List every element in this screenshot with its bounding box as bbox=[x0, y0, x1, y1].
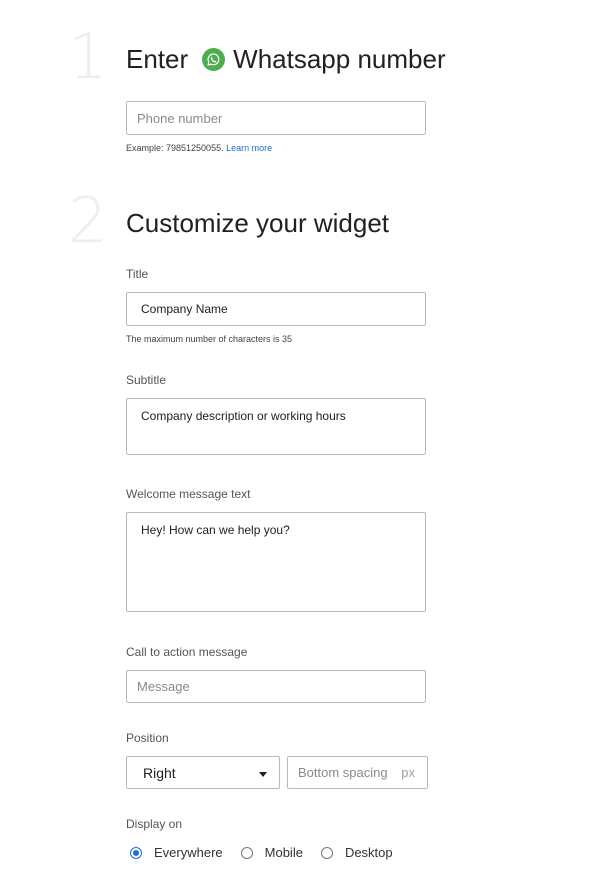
step1-heading: Enter Whatsapp number bbox=[126, 46, 446, 72]
step1-heading-suffix: Whatsapp number bbox=[233, 44, 446, 74]
radio-mobile[interactable] bbox=[240, 846, 253, 859]
radio-desktop[interactable] bbox=[320, 846, 333, 859]
radio-option-everywhere[interactable]: Everywhere bbox=[130, 845, 223, 860]
phone-example-text: Example: 79851250055. bbox=[126, 143, 224, 153]
subtitle-textarea[interactable]: Company description or working hours bbox=[126, 398, 426, 455]
bottom-spacing-input[interactable]: Bottom spacing px bbox=[287, 756, 428, 789]
welcome-message-textarea[interactable]: Hey! How can we help you? bbox=[126, 512, 426, 612]
learn-more-link[interactable]: Learn more bbox=[226, 143, 272, 153]
title-input[interactable]: Company Name bbox=[126, 292, 426, 326]
bottom-spacing-placeholder: Bottom spacing bbox=[298, 765, 388, 780]
display-on-radio-group: Everywhere Mobile Desktop bbox=[130, 845, 411, 860]
title-label: Title bbox=[126, 267, 149, 281]
position-select[interactable]: Right bbox=[126, 756, 280, 789]
step1-heading-prefix: Enter bbox=[126, 44, 189, 74]
radio-option-desktop[interactable]: Desktop bbox=[320, 845, 393, 860]
subtitle-label: Subtitle bbox=[126, 373, 167, 387]
phone-example-hint: Example: 79851250055. Learn more bbox=[126, 143, 272, 153]
radio-label-mobile: Mobile bbox=[264, 845, 303, 860]
position-selected-value: Right bbox=[143, 764, 176, 781]
title-max-hint: The maximum number of characters is 35 bbox=[126, 334, 293, 344]
step2-heading: Customize your widget bbox=[126, 208, 389, 238]
radio-everywhere[interactable] bbox=[130, 846, 142, 859]
caret-down-icon bbox=[259, 765, 267, 781]
phone-number-input[interactable]: Phone number bbox=[126, 101, 426, 135]
step-number-2: 2 bbox=[68, 184, 108, 257]
cta-message-input[interactable]: Message bbox=[126, 670, 426, 703]
display-on-label: Display on bbox=[126, 817, 183, 831]
welcome-message-label: Welcome message text bbox=[126, 487, 251, 501]
bottom-spacing-unit: px bbox=[401, 765, 415, 780]
cta-label: Call to action message bbox=[126, 645, 248, 659]
step-number-1: 1 bbox=[68, 20, 108, 93]
whatsapp-icon bbox=[202, 47, 226, 71]
position-label: Position bbox=[126, 731, 169, 745]
radio-label-everywhere: Everywhere bbox=[154, 845, 223, 860]
radio-label-desktop: Desktop bbox=[344, 845, 393, 860]
radio-option-mobile[interactable]: Mobile bbox=[240, 845, 303, 860]
